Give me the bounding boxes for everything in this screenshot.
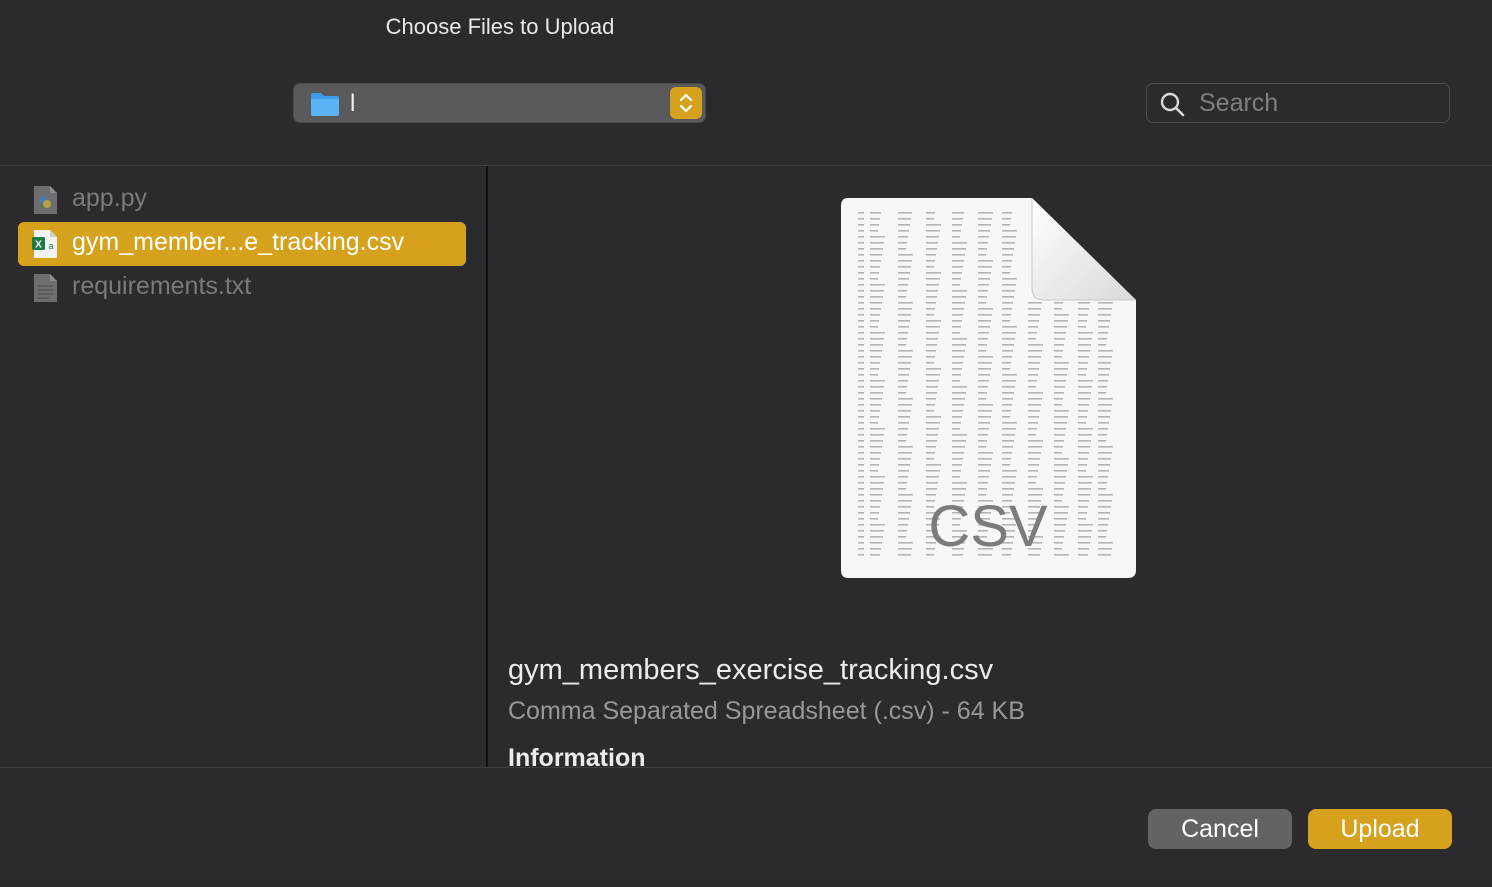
file-name: gym_member...e_tracking.csv xyxy=(72,228,405,256)
preview-file-kind-size: Comma Separated Spreadsheet (.csv) - 64 … xyxy=(508,697,1025,725)
file-list[interactable]: app.py X a gym_member...e_tracking.csv r… xyxy=(0,166,486,767)
file-name: app.py xyxy=(72,184,148,212)
file-name: requirements.txt xyxy=(72,272,252,300)
file-item-requirements-txt[interactable]: requirements.txt xyxy=(18,266,466,310)
preview-pane: CSV gym_members_exercise_tracking.csv Co… xyxy=(488,166,1492,767)
csv-document-thumbnail: CSV xyxy=(841,198,1136,578)
location-popup[interactable]: l xyxy=(293,83,706,123)
text-file-icon xyxy=(34,274,57,302)
csv-badge: CSV xyxy=(928,494,1048,559)
svg-text:X: X xyxy=(35,240,42,251)
upload-button[interactable]: Upload xyxy=(1308,809,1452,849)
excel-csv-file-icon: X a xyxy=(32,230,57,258)
folder-icon xyxy=(311,93,339,116)
dialog-footer: Cancel Upload xyxy=(0,768,1492,887)
current-folder-label: l xyxy=(350,90,356,117)
file-item-app-py[interactable]: app.py xyxy=(18,178,466,222)
file-item-gym-csv[interactable]: X a gym_member...e_tracking.csv xyxy=(18,222,466,266)
information-heading: Information xyxy=(508,744,646,767)
preview-file-name: gym_members_exercise_tracking.csv xyxy=(508,654,994,686)
search-field[interactable] xyxy=(1146,83,1450,123)
dialog-title: Choose Files to Upload xyxy=(385,14,615,39)
cancel-button[interactable]: Cancel xyxy=(1148,809,1292,849)
search-icon xyxy=(1160,92,1185,117)
python-file-icon xyxy=(34,186,57,214)
search-input[interactable] xyxy=(1199,88,1439,118)
file-upload-dialog: Choose Files to Upload l Search app.py X… xyxy=(0,0,1492,887)
svg-text:a: a xyxy=(48,241,53,251)
chevron-updown-icon[interactable] xyxy=(670,87,702,119)
